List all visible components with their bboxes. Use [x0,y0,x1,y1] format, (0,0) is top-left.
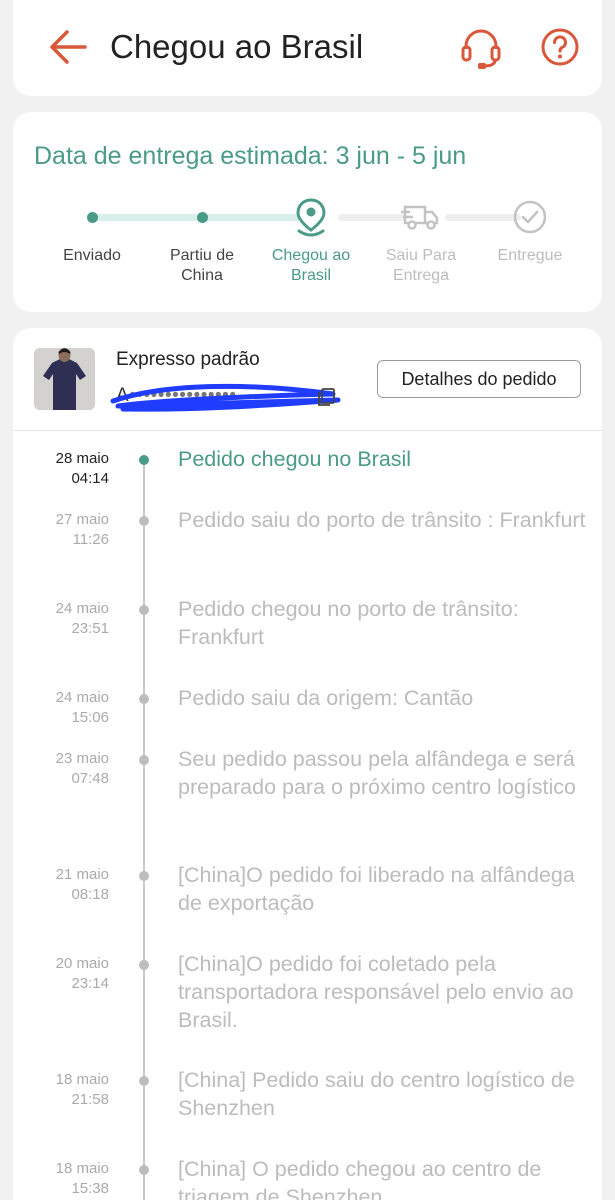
step-partiu-dot [177,192,227,242]
arrow-left-icon [50,30,87,64]
event-time: 21:58 [71,1091,109,1108]
help-button[interactable] [540,27,580,67]
event-time: 11:26 [72,531,109,548]
page-title: Chegou ao Brasil [110,28,364,65]
event-description: Pedido chegou no porto de trânsito: Fran… [178,597,519,649]
delivery-progress-card: Data de entrega estimada: 3 jun - 5 jun [13,112,602,312]
event-dot [139,694,149,704]
step-entregue-marker [505,192,555,242]
event-date: 20 maio [55,955,109,972]
step-chegou-marker [286,192,336,242]
event-date: 21 maio [55,866,109,883]
event-timestamp: 24 maio 23:51 [13,599,109,639]
event-date: 24 maio [55,600,109,617]
progress-stepper: Enviado Partiu de China Chegou ao Brasil… [13,192,602,302]
divider [13,430,602,431]
event-time: 23:14 [71,975,109,992]
headset-icon [461,29,501,69]
event-time: 07:48 [71,770,109,787]
event-date: 24 maio [55,689,109,706]
support-button[interactable] [460,27,502,71]
event-date: 23 maio [55,750,109,767]
event-description: [China]O pedido foi liberado na alfândeg… [178,863,575,915]
event-timestamp: 23 maio 07:48 [13,749,109,789]
event-dot [139,1076,149,1086]
event-time: 08:18 [71,886,109,903]
event-timestamp: 21 maio 08:18 [13,865,109,905]
event-date: 18 maio [55,1160,109,1177]
event-description: [China] Pedido saiu do centro logístico … [178,1068,575,1120]
tracking-code-prefix: A [116,385,130,406]
event-timestamp: 20 maio 23:14 [13,954,109,994]
back-button[interactable] [47,26,89,68]
event-time: 15:38 [71,1180,109,1197]
top-bar: Chegou ao Brasil [13,0,602,96]
truck-icon [401,205,439,230]
tracking-card: Expresso padrão A••••••••••••••• Detalhe… [13,328,602,1200]
carrier-name: Expresso padrão [116,349,260,370]
event-dot [139,755,149,765]
step-label-chegou: Chegou ao Brasil [271,247,351,284]
event-dot [139,960,149,970]
event-timestamp: 27 maio 11:26 [13,510,109,550]
step-enviado-dot [67,192,117,242]
event-dot [139,871,149,881]
event-description: Seu pedido passou pela alfândega e será … [178,747,576,799]
question-circle-icon [541,28,579,66]
step-label-partiu: Partiu de China [169,247,235,284]
step-saiu-marker [396,192,446,242]
event-timestamp: 28 maio 04:14 [13,449,109,489]
event-dot [139,1165,149,1175]
event-description: [China]O pedido foi coletado pela transp… [178,952,574,1032]
estimated-delivery-date: Data de entrega estimada: 3 jun - 5 jun [34,142,467,170]
event-description: [China] O pedido chegou ao centro de tri… [178,1157,542,1200]
tracking-code-hidden: ••••••••••••••• [129,385,237,406]
tracking-code: A••••••••••••••• [116,385,236,407]
event-time: 15:06 [71,709,109,726]
step-label-saiu: Saiu Para Entrega [385,247,457,284]
event-timestamp: 24 maio 15:06 [13,688,109,728]
event-dot [139,605,149,615]
event-timestamp: 18 maio 15:38 [13,1159,109,1199]
product-thumbnail[interactable] [34,348,95,410]
step-label-enviado: Enviado [63,247,121,264]
event-description: Pedido chegou no Brasil [178,447,412,471]
copy-icon [318,388,335,406]
event-description: Pedido saiu da origem: Cantão [178,686,474,710]
event-dot [139,516,149,526]
event-date: 18 maio [55,1071,109,1088]
event-date: 28 maio [55,450,109,467]
tshirt-image [34,348,95,410]
copy-button[interactable] [316,387,336,407]
order-details-button[interactable]: Detalhes do pedido [377,360,581,398]
timeline-line [143,459,145,1200]
check-circle-icon [513,200,547,234]
event-dot [139,455,149,465]
event-timestamp: 18 maio 21:58 [13,1070,109,1110]
event-description: Pedido saiu do porto de trânsito : Frank… [178,508,586,532]
event-time: 04:14 [71,470,109,487]
step-label-entregue: Entregue [497,247,563,264]
event-date: 27 maio [55,511,109,528]
event-time: 23:51 [71,620,109,637]
location-pin-icon [296,198,326,237]
